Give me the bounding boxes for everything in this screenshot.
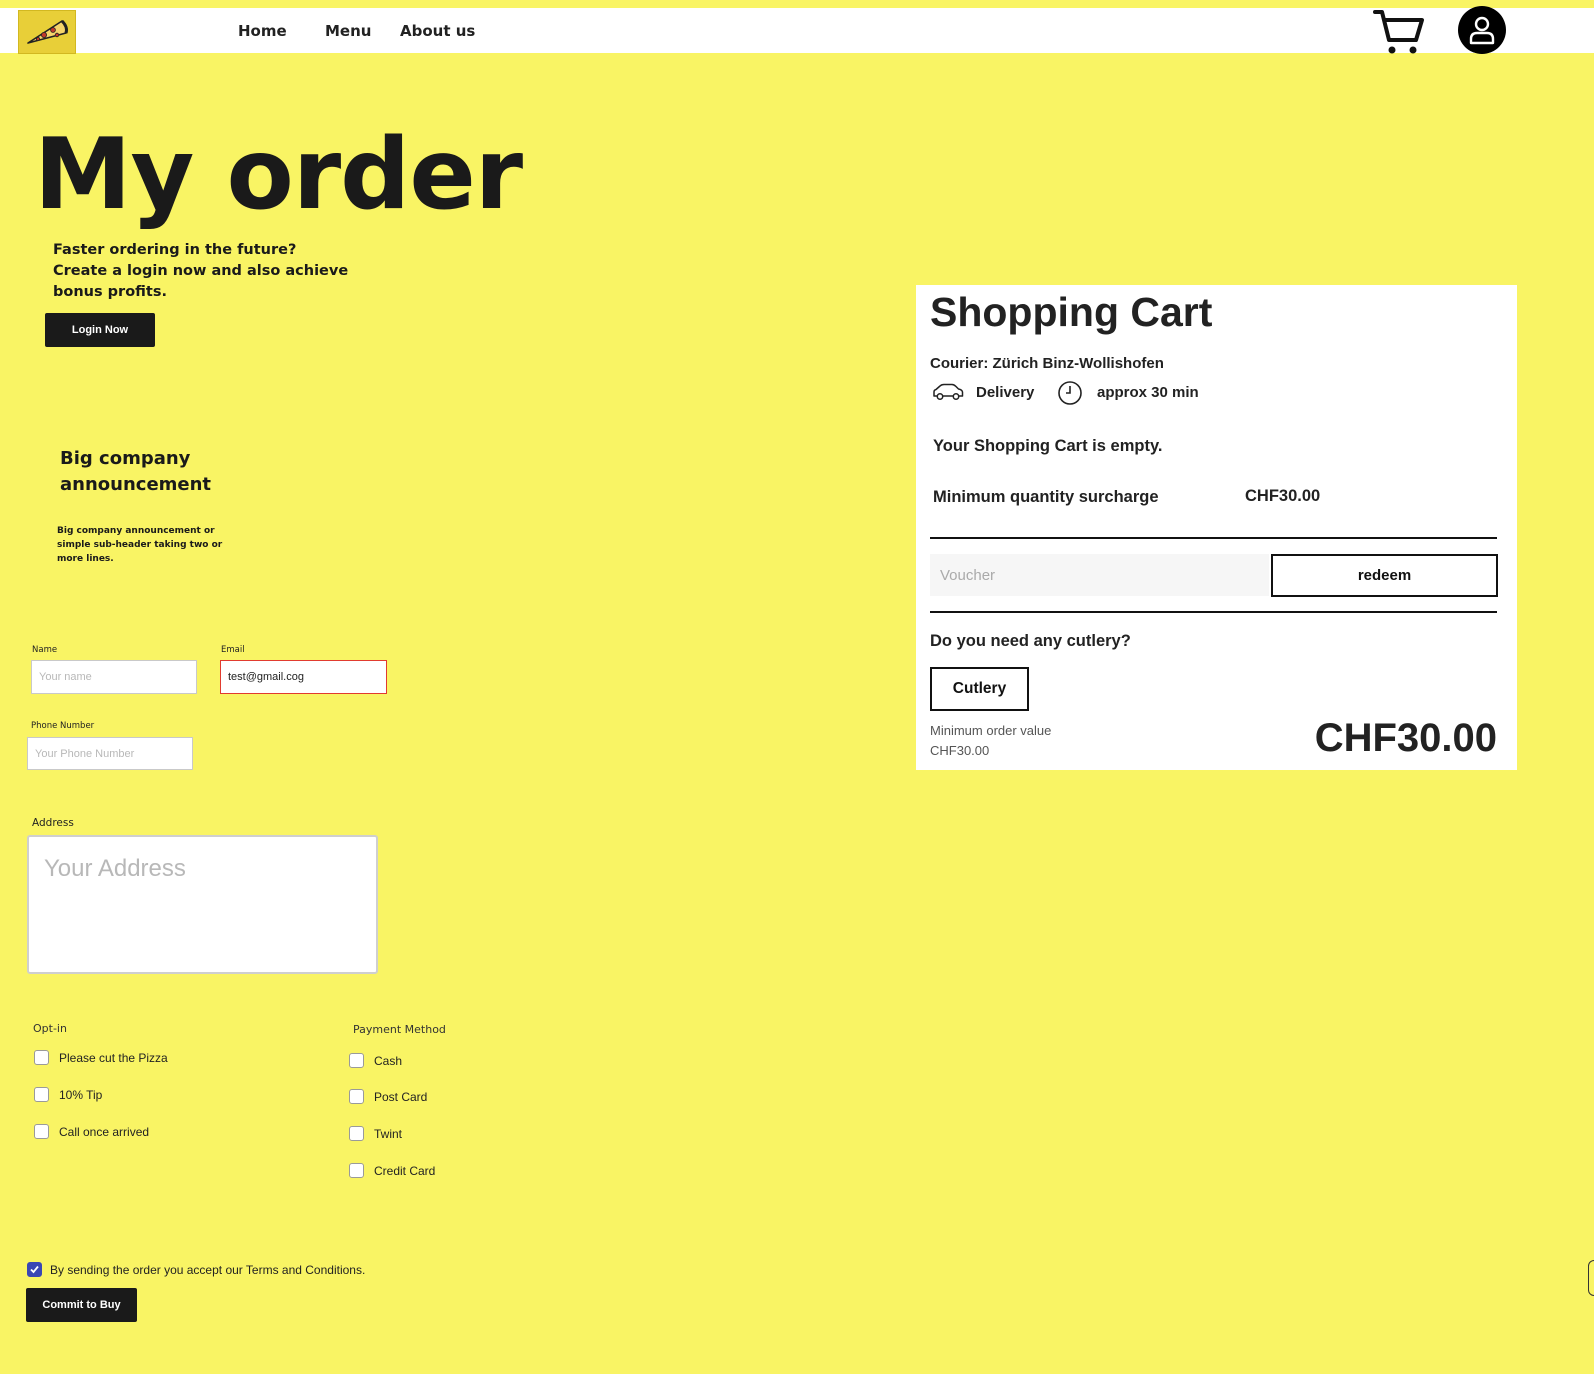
optin-tip[interactable]: 10% Tip: [34, 1087, 102, 1102]
checkbox-label: Call once arrived: [59, 1124, 150, 1139]
clock-icon: [1057, 380, 1083, 411]
navbar: Home Menu About us: [0, 6, 1594, 56]
min-order-value: CHF30.00: [930, 743, 990, 758]
redeem-button[interactable]: redeem: [1271, 554, 1498, 597]
optin-label: Opt-in: [33, 1022, 67, 1035]
name-label: Name: [32, 645, 58, 655]
checkbox[interactable]: [34, 1050, 49, 1065]
cart-empty-text: Your Shopping Cart is empty.: [933, 437, 1163, 455]
payment-post-card[interactable]: Post Card: [349, 1089, 427, 1104]
surcharge-label: Minimum quantity surcharge: [933, 488, 1159, 506]
cart-title: Shopping Cart: [930, 289, 1213, 335]
promo-text: Faster ordering in the future? Create a …: [53, 242, 349, 300]
shopping-cart-icon[interactable]: [1372, 8, 1426, 56]
nav-link-home[interactable]: Home: [238, 22, 287, 40]
address-input[interactable]: [27, 835, 378, 974]
address-label: Address: [32, 817, 74, 829]
voucher-input[interactable]: [930, 554, 1269, 596]
page-title: My order: [34, 118, 523, 232]
name-input[interactable]: [31, 660, 197, 694]
user-icon[interactable]: [1458, 6, 1506, 54]
payment-credit-card[interactable]: Credit Card: [349, 1163, 435, 1178]
terms-text: By sending the order you accept our Term…: [50, 1262, 366, 1277]
phone-input[interactable]: [27, 737, 193, 770]
divider: [930, 537, 1497, 539]
login-now-button[interactable]: Login Now: [45, 313, 155, 347]
checkbox[interactable]: [34, 1087, 49, 1102]
cart-total: CHF30.00: [1314, 716, 1497, 760]
terms-agreement[interactable]: By sending the order you accept our Term…: [27, 1262, 365, 1277]
checkbox-label: Post Card: [374, 1089, 428, 1104]
announcement-title: Big company announcement: [60, 448, 212, 495]
email-input[interactable]: [220, 660, 387, 694]
optin-cut-pizza[interactable]: Please cut the Pizza: [34, 1050, 168, 1065]
checkbox-label: Please cut the Pizza: [59, 1050, 168, 1065]
checkmark-icon: [30, 1265, 39, 1274]
checkbox[interactable]: [34, 1124, 49, 1139]
surcharge-value: CHF30.00: [1245, 487, 1321, 505]
pizza-icon[interactable]: [18, 10, 76, 54]
min-order-label: Minimum order value: [930, 723, 1052, 738]
cutlery-button[interactable]: Cutlery: [930, 667, 1029, 711]
courier-info: Courier: Zürich Binz-Wollishofen: [930, 355, 1164, 372]
payment-method-label: Payment Method: [353, 1023, 446, 1036]
cutlery-question: Do you need any cutlery?: [930, 632, 1131, 650]
payment-twint[interactable]: Twint: [349, 1126, 402, 1141]
checkbox[interactable]: [349, 1089, 364, 1104]
payment-cash[interactable]: Cash: [349, 1053, 402, 1068]
optin-call[interactable]: Call once arrived: [34, 1124, 149, 1139]
checkbox[interactable]: [349, 1053, 364, 1068]
checkbox-label: 10% Tip: [59, 1087, 103, 1102]
delivery-time: approx 30 min: [1097, 384, 1199, 401]
side-tab-handle[interactable]: [1588, 1260, 1594, 1296]
email-label: Email: [221, 645, 245, 655]
checkbox[interactable]: [349, 1126, 364, 1141]
checkbox-label: Cash: [374, 1053, 403, 1068]
top-strip: [0, 0, 1594, 8]
divider: [930, 611, 1497, 613]
announcement-subheader: Big company announcement or simple sub-h…: [57, 526, 223, 564]
shopping-cart-panel: Shopping Cart Courier: Zürich Binz-Wolli…: [916, 285, 1517, 770]
phone-label: Phone Number: [31, 721, 95, 731]
checkbox[interactable]: [349, 1163, 364, 1178]
nav-link-menu[interactable]: Menu: [325, 22, 371, 40]
checkbox-label: Credit Card: [374, 1163, 436, 1178]
checkbox-checked[interactable]: [27, 1262, 42, 1277]
commit-to-buy-button[interactable]: Commit to Buy: [26, 1288, 137, 1322]
nav-link-about[interactable]: About us: [400, 22, 475, 40]
car-icon: [931, 381, 965, 408]
checkbox-label: Twint: [374, 1126, 403, 1141]
delivery-label: Delivery: [976, 384, 1035, 401]
